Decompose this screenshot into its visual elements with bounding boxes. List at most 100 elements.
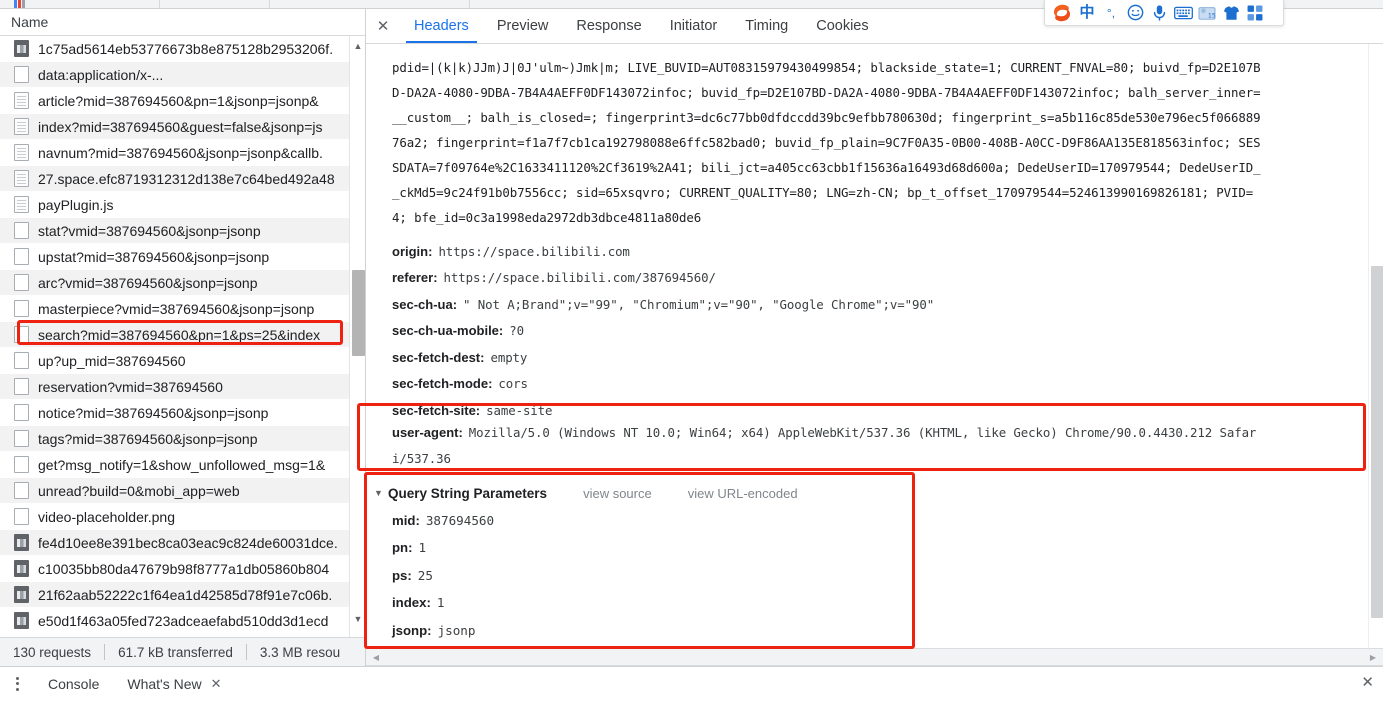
request-list-item[interactable]: index?mid=387694560&guest=false&jsonp=js xyxy=(0,114,365,140)
request-list-item[interactable]: get?msg_notify=1&show_unfollowed_msg=1& xyxy=(0,452,365,478)
document-file-icon xyxy=(14,144,29,161)
request-list-item-label: upstat?mid=387694560&jsonp=jsonp xyxy=(38,248,270,265)
microphone-icon[interactable] xyxy=(1148,2,1170,24)
detail-tab-headers[interactable]: Headers xyxy=(400,9,483,43)
request-list-item[interactable]: 1c75ad5614eb53776673b8e875128b2953206f. xyxy=(0,36,365,62)
request-list-item-label: data:application/x-... xyxy=(38,66,164,83)
request-list-item[interactable]: fe4d10ee8e391bec8ca03eac9c824de60031dce. xyxy=(0,530,365,556)
query-parameter-key: ps: xyxy=(392,567,412,583)
request-list-item[interactable]: e50d1f463a05fed723adceaefabd510dd3d1ecd xyxy=(0,608,365,634)
request-list-item[interactable]: tags?mid=387694560&jsonp=jsonp xyxy=(0,426,365,452)
drawer-tab-console[interactable]: Console xyxy=(34,667,113,700)
triangle-down-icon[interactable]: ▼ xyxy=(374,488,388,498)
request-list-item[interactable]: 21f62aab52222c1f64ea1d42585d78f91e7c06b. xyxy=(0,582,365,608)
scrollbar-thumb[interactable] xyxy=(352,270,365,356)
request-list-item-label: c10035bb80da47679b98f8777a1db05860b804 xyxy=(38,560,330,577)
detail-vertical-scrollbar[interactable] xyxy=(1368,44,1383,651)
blank-file-icon xyxy=(14,66,29,83)
document-file-icon xyxy=(14,196,29,213)
calendar-icon[interactable]: 15 xyxy=(1196,2,1218,24)
header-row-referer: referer: https://space.bilibili.com/38769… xyxy=(392,265,1372,291)
request-list-item[interactable]: reservation?vmid=387694560 xyxy=(0,374,365,400)
scroll-down-arrow-icon[interactable]: ▼ xyxy=(350,611,365,627)
scroll-right-arrow-icon[interactable]: ▶ xyxy=(1365,649,1381,666)
detail-horizontal-scrollbar[interactable]: ◀ ▶ xyxy=(366,648,1383,666)
toolbox-icon[interactable] xyxy=(1244,2,1266,24)
query-string-header[interactable]: ▼ Query String Parameters view source vi… xyxy=(374,481,798,505)
column-header-name: Name xyxy=(11,14,49,30)
image-file-icon xyxy=(14,612,29,629)
cookie-value-line: pdid=|(k|k)JJm)J|0J'ulm~)Jmk|m; LIVE_BUV… xyxy=(392,60,1261,75)
request-list-item-label: e50d1f463a05fed723adceaefabd510dd3d1ecd xyxy=(38,612,329,629)
request-list-scrollbar[interactable]: ▲ ▼ xyxy=(349,36,365,637)
scrollbar-thumb[interactable] xyxy=(1371,266,1383,618)
request-list-item[interactable]: notice?mid=387694560&jsonp=jsonp xyxy=(0,400,365,426)
request-list-item[interactable]: article?mid=387694560&pn=1&jsonp=jsonp& xyxy=(0,88,365,114)
query-parameter-row: index: 1 xyxy=(392,590,444,616)
keyboard-icon[interactable] xyxy=(1172,2,1194,24)
request-list-item[interactable]: payPlugin.js xyxy=(0,192,365,218)
query-parameter-value: jsonp xyxy=(437,622,476,638)
request-list-header[interactable]: Name xyxy=(0,9,365,36)
request-list-item-label: video-placeholder.png xyxy=(38,508,175,525)
query-parameter-value: 1 xyxy=(418,540,427,555)
request-list-item[interactable]: upstat?mid=387694560&jsonp=jsonp xyxy=(0,244,365,270)
scroll-up-arrow-icon[interactable]: ▲ xyxy=(350,38,365,54)
request-list-item[interactable]: up?up_mid=387694560 xyxy=(0,348,365,374)
request-list[interactable]: 1c75ad5614eb53776673b8e875128b2953206f. d… xyxy=(0,36,365,637)
request-list-item[interactable]: navnum?mid=387694560&jsonp=jsonp&callb. xyxy=(0,140,365,166)
query-parameter-key: mid: xyxy=(392,512,420,528)
header-value: https://space.bilibili.com/387694560/ xyxy=(443,270,716,285)
kebab-menu-icon[interactable] xyxy=(0,667,34,701)
request-list-item-label: masterpiece?vmid=387694560&jsonp=jsonp xyxy=(38,300,315,317)
header-value: ?0 xyxy=(509,323,524,338)
blank-file-icon xyxy=(14,508,29,525)
request-list-item[interactable]: data:application/x-... xyxy=(0,62,365,88)
detail-tab-timing[interactable]: Timing xyxy=(731,9,802,43)
request-list-item[interactable]: masterpiece?vmid=387694560&jsonp=jsonp xyxy=(0,296,365,322)
drawer-tab-label: What's New xyxy=(127,675,202,692)
close-detail-icon[interactable]: ✕ xyxy=(366,9,400,43)
request-list-item[interactable]: search?mid=387694560&pn=1&ps=25&index xyxy=(0,322,365,348)
chinese-mode-icon[interactable]: 中 xyxy=(1076,2,1098,24)
header-value: cors xyxy=(498,376,528,391)
request-list-item-label: get?msg_notify=1&show_unfollowed_msg=1& xyxy=(38,456,326,473)
view-source-link[interactable]: view source xyxy=(583,486,652,501)
scroll-left-arrow-icon[interactable]: ◀ xyxy=(368,649,384,666)
request-list-item[interactable]: c10035bb80da47679b98f8777a1db05860b804 xyxy=(0,556,365,582)
sogou-logo-icon[interactable] xyxy=(1050,2,1074,24)
view-url-encoded-link[interactable]: view URL-encoded xyxy=(688,486,798,501)
header-value: Mozilla/5.0 (Windows NT 10.0; Win64; x64… xyxy=(468,424,1257,440)
ime-toolbar[interactable]: 中 °, 15 xyxy=(1044,0,1284,26)
request-list-panel[interactable]: Name 1c75ad5614eb53776673b8e875128b29532… xyxy=(0,9,366,637)
request-list-item[interactable]: stat?vmid=387694560&jsonp=jsonp xyxy=(0,218,365,244)
detail-tab-preview[interactable]: Preview xyxy=(483,9,563,43)
detail-tab-initiator[interactable]: Initiator xyxy=(656,9,732,43)
request-list-item[interactable]: arc?vmid=387694560&jsonp=jsonp xyxy=(0,270,365,296)
blank-file-icon xyxy=(14,222,29,239)
close-drawer-icon[interactable]: ✕ xyxy=(1361,673,1374,691)
image-file-icon xyxy=(14,586,29,603)
header-key: origin: xyxy=(392,243,433,259)
request-list-item[interactable]: 27.space.efc8719312312d138e7c64bed492a48 xyxy=(0,166,365,192)
request-list-item[interactable]: unread?build=0&mobi_app=web xyxy=(0,478,365,504)
blank-file-icon xyxy=(14,274,29,291)
summary-requests: 130 requests xyxy=(13,644,92,660)
detail-tab-response[interactable]: Response xyxy=(562,9,655,43)
detail-tab-cookies[interactable]: Cookies xyxy=(802,9,882,43)
header-key: sec-ch-ua: xyxy=(392,296,458,312)
request-list-item-label: arc?vmid=387694560&jsonp=jsonp xyxy=(38,274,258,291)
query-parameter-row: ps: 25 xyxy=(392,562,433,588)
document-file-icon xyxy=(14,92,29,109)
request-list-item[interactable]: video-placeholder.png xyxy=(0,504,365,530)
emoji-icon[interactable] xyxy=(1124,2,1146,24)
skin-icon[interactable] xyxy=(1220,2,1242,24)
drawer-tab-what-s-new[interactable]: What's New ✕ xyxy=(113,667,235,700)
document-file-icon xyxy=(14,118,29,135)
request-list-item-label: index?mid=387694560&guest=false&jsonp=js xyxy=(38,118,323,135)
devtools-drawer[interactable]: Console What's New ✕ ✕ xyxy=(0,666,1383,700)
summary-transferred: 61.7 kB transferred xyxy=(118,644,233,660)
header-key: sec-fetch-site: xyxy=(392,402,481,418)
close-icon[interactable]: ✕ xyxy=(211,676,222,692)
punctuation-mode-icon[interactable]: °, xyxy=(1100,2,1122,24)
